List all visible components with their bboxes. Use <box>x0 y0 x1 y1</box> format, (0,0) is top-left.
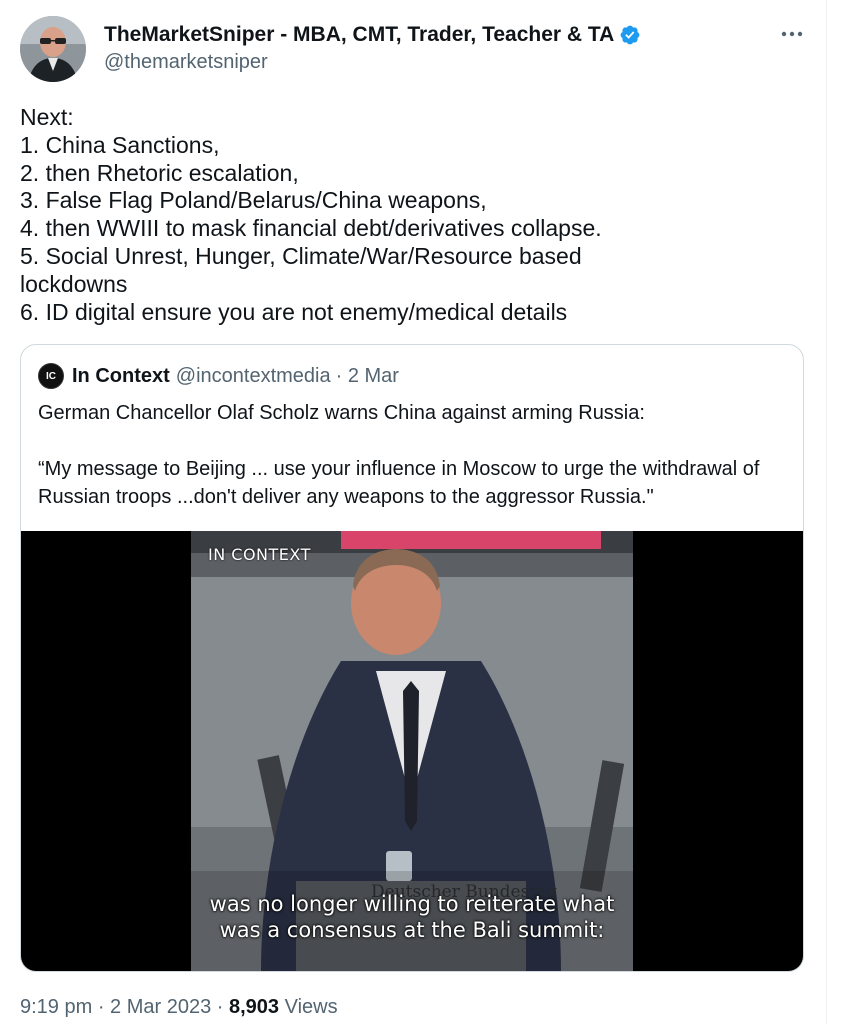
tweet-line: 5. Social Unrest, Hunger, Climate/War/Re… <box>20 242 582 269</box>
quoted-tweet-header: IC In Context @incontextmedia · 2 Mar <box>38 363 399 389</box>
quoted-author-avatar[interactable]: IC <box>38 363 64 389</box>
quoted-text-paragraph: German Chancellor Olaf Scholz warns Chin… <box>38 402 645 424</box>
views-count: 8,903 <box>229 996 280 1018</box>
tweet-text: Next: 1. China Sanctions, 2. then Rhetor… <box>20 104 740 326</box>
author-display-name[interactable]: TheMarketSniper - MBA, CMT, Trader, Teac… <box>104 23 614 47</box>
quoted-tweet-text: German Chancellor Olaf Scholz warns Chin… <box>38 399 798 511</box>
quoted-author-name[interactable]: In Context <box>72 365 170 388</box>
column-divider <box>826 0 827 1024</box>
quoted-tweet[interactable]: IC In Context @incontextmedia · 2 Mar Ge… <box>20 344 804 972</box>
author-handle[interactable]: @themarketsniper <box>104 51 641 74</box>
video-player[interactable]: Deutscher Bundestag IN CONTEXT was no lo… <box>21 531 803 971</box>
subtitle-line: was a consensus at the Bali summit: <box>219 918 605 942</box>
tweet-line: 4. then WWIII to mask financial debt/der… <box>20 215 602 242</box>
views-label: Views <box>279 996 338 1018</box>
video-frame: Deutscher Bundestag IN CONTEXT was no lo… <box>191 531 633 971</box>
meta-separator: · <box>211 996 229 1018</box>
video-watermark: IN CONTEXT <box>208 545 311 564</box>
more-options-icon[interactable] <box>778 22 806 46</box>
verified-badge-icon <box>619 24 641 46</box>
tweet-meta: 9:19 pm · 2 Mar 2023 · 8,903 Views <box>20 996 338 1019</box>
tweet-line: lockdowns <box>20 270 128 297</box>
tweet-line: 2. then Rhetoric escalation, <box>20 159 299 186</box>
tweet: TheMarketSniper - MBA, CMT, Trader, Teac… <box>0 0 826 1024</box>
tweet-line: 3. False Flag Poland/Belarus/China weapo… <box>20 187 487 214</box>
quoted-tweet-date[interactable]: · 2 Mar <box>336 365 399 388</box>
tweet-time[interactable]: 9:19 pm <box>20 996 92 1018</box>
video-subtitles: was no longer willing to reiterate what … <box>191 891 633 943</box>
tweet-line: Next: <box>20 104 74 130</box>
author-avatar[interactable] <box>20 16 86 82</box>
tweet-date[interactable]: 2 Mar 2023 <box>110 996 211 1018</box>
author-info: TheMarketSniper - MBA, CMT, Trader, Teac… <box>104 22 641 74</box>
tweet-line: 6. ID digital ensure you are not enemy/m… <box>20 298 568 325</box>
quoted-text-paragraph: “My message to Beijing ... use your infl… <box>38 458 760 508</box>
subtitle-line: was no longer willing to reiterate what <box>209 892 615 916</box>
quoted-author-handle[interactable]: @incontextmedia <box>176 365 331 388</box>
meta-separator: · <box>92 996 111 1018</box>
tweet-line: 1. China Sanctions, <box>20 131 220 158</box>
